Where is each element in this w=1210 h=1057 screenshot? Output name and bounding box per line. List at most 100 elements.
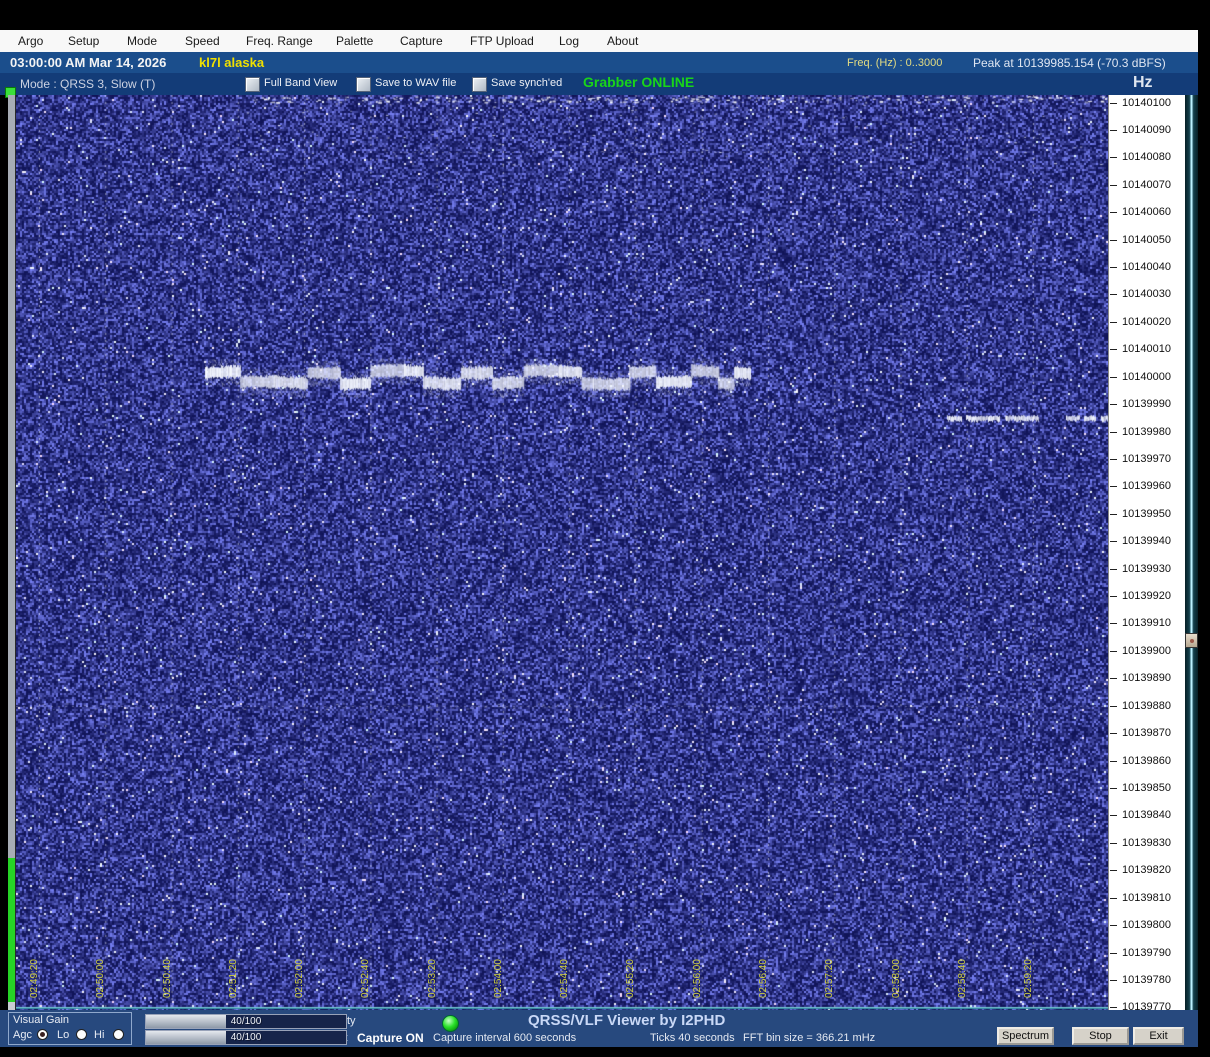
freq-tick-mark	[1110, 458, 1117, 460]
freq-axis-label: 10139930	[1122, 562, 1171, 575]
slider-contrast[interactable]: 40/100	[145, 1030, 347, 1045]
freq-tick-mark	[1110, 294, 1117, 296]
freq-tick-mark	[1110, 157, 1117, 159]
time-tick-label: 02:52:40	[360, 959, 372, 998]
checkbox-save-synch-ed[interactable]	[472, 77, 487, 92]
checkbox-label: Full Band View	[264, 77, 338, 89]
radio-hi[interactable]	[113, 1029, 124, 1040]
time-tick-label: 02:54:00	[492, 959, 504, 998]
time-tick-label: 02:50:40	[161, 959, 173, 998]
freq-tick-mark	[1110, 952, 1117, 954]
spectrogram-canvas	[16, 95, 1108, 1010]
radio-agc[interactable]	[37, 1029, 48, 1040]
time-tick-label: 02:53:20	[426, 959, 438, 998]
freq-axis-label: 10140040	[1122, 261, 1171, 274]
capture-progress-fill	[8, 858, 15, 1002]
visual-gain-option-label: Agc	[13, 1029, 32, 1041]
freq-tick-mark	[1110, 979, 1117, 981]
time-tick-label: 02:56:40	[757, 959, 769, 998]
menu-bar: Argo Setup Mode Speed Freq. Range Palette Capt…	[0, 30, 1198, 53]
visual-gain-option-label: Hi	[94, 1029, 105, 1041]
exit-button[interactable]: Exit	[1133, 1027, 1184, 1045]
freq-tick-mark	[1110, 184, 1117, 186]
menu-item-about[interactable]: About	[607, 30, 638, 52]
freq-tick-mark	[1110, 650, 1117, 652]
freq-axis-label: 10140000	[1122, 370, 1171, 383]
spectrum-button[interactable]: Spectrum	[997, 1027, 1054, 1045]
freq-axis-label: 10140010	[1122, 343, 1171, 356]
freq-axis-label: 10139960	[1122, 480, 1171, 493]
freq-axis-label: 10139920	[1122, 590, 1171, 603]
scrollbar-thumb[interactable]	[1185, 633, 1198, 648]
mode-bar: Mode : QRSS 3, Slow (T) Grabber ONLINE H…	[0, 73, 1198, 95]
freq-tick-mark	[1110, 678, 1117, 680]
time-tick-label: 02:59:20	[1023, 959, 1035, 998]
freq-axis-label: 10140070	[1122, 178, 1171, 191]
menu-item-speed[interactable]: Speed	[185, 30, 220, 52]
visual-gain-option-label: Lo	[57, 1029, 70, 1041]
freq-axis-label: 10139940	[1122, 535, 1171, 548]
freq-axis-label: 10139870	[1122, 727, 1171, 740]
freq-tick-mark	[1110, 486, 1117, 488]
frequency-scrollbar[interactable]	[1185, 95, 1198, 1010]
freq-axis-label: 10139880	[1122, 699, 1171, 712]
peak-readout: Peak at 10139985.154 (-70.3 dBFS)	[973, 56, 1166, 70]
capture-interval-info: Capture interval 600 seconds	[433, 1032, 577, 1044]
freq-axis-label: 10140060	[1122, 206, 1171, 219]
menu-item-log[interactable]: Log	[559, 30, 579, 52]
freq-axis-label: 10139800	[1122, 919, 1171, 932]
grabber-status: Grabber ONLINE	[583, 74, 695, 90]
freq-axis-label: 10139900	[1122, 644, 1171, 657]
freq-tick-mark	[1110, 1007, 1117, 1009]
slider-sensitivity[interactable]: 40/100	[145, 1014, 347, 1029]
freq-axis-label: 10139830	[1122, 836, 1171, 849]
menu-item-freq-range[interactable]: Freq. Range	[246, 30, 313, 52]
freq-axis-label: 10139860	[1122, 754, 1171, 767]
checkbox-full-band-view[interactable]	[245, 77, 260, 92]
freq-tick-mark	[1110, 267, 1117, 269]
freq-tick-mark	[1110, 733, 1117, 735]
freq-axis-label: 10139910	[1122, 617, 1171, 630]
freq-axis-label: 10140020	[1122, 315, 1171, 328]
freq-axis-label: 10139810	[1122, 891, 1171, 904]
time-tick-label: 02:49:20	[29, 959, 40, 998]
slider-value: 40/100	[230, 1032, 262, 1043]
freq-tick-mark	[1110, 102, 1117, 104]
time-tick-label: 02:57:20	[824, 959, 836, 998]
freq-tick-mark	[1110, 129, 1117, 131]
freq-tick-mark	[1110, 760, 1117, 762]
capture-led	[442, 1015, 459, 1032]
freq-tick-mark	[1110, 239, 1117, 241]
ticks-info: Ticks 40 seconds	[650, 1032, 735, 1044]
freq-axis-label: 10139970	[1122, 452, 1171, 465]
freq-tick-mark	[1110, 431, 1117, 433]
freq-tick-mark	[1110, 404, 1117, 406]
freq-tick-mark	[1110, 815, 1117, 817]
freq-axis-label: 10139840	[1122, 809, 1171, 822]
status-bar: Visual Gain AgcLoHi Sensitivity Contrast…	[0, 1010, 1198, 1047]
menu-item-ftp-upload[interactable]: FTP Upload	[470, 30, 534, 52]
info-bar: 03:00:00 AM Mar 14, 2026 kl7l alaska Fre…	[0, 52, 1198, 73]
time-tick-label: 02:50:00	[95, 959, 107, 998]
radio-lo[interactable]	[76, 1029, 87, 1040]
menu-item-palette[interactable]: Palette	[336, 30, 373, 52]
time-tick-label: 02:51:20	[227, 959, 239, 998]
time-tick-label: 02:52:00	[294, 959, 306, 998]
freq-axis-label: 10139790	[1122, 946, 1171, 959]
time-tick-label: 02:58:00	[890, 959, 902, 998]
menu-item-mode[interactable]: Mode	[127, 30, 157, 52]
fft-bin-info: FFT bin size = 366.21 mHz	[743, 1032, 876, 1044]
stop-button[interactable]: Stop	[1072, 1027, 1129, 1045]
freq-tick-mark	[1110, 897, 1117, 899]
checkbox-save-to-wav-file[interactable]	[356, 77, 371, 92]
freq-axis-label: 10139820	[1122, 864, 1171, 877]
menu-item-capture[interactable]: Capture	[400, 30, 443, 52]
freq-tick-mark	[1110, 623, 1117, 625]
mode-readout: Mode : QRSS 3, Slow (T)	[20, 77, 156, 91]
capture-progress-bar	[8, 95, 16, 1010]
freq-tick-mark	[1110, 349, 1117, 351]
menu-item-setup[interactable]: Setup	[68, 30, 99, 52]
menu-item-argo[interactable]: Argo	[18, 30, 43, 52]
spectrogram-waterfall: 02:49:20 02:50:00 02:50:40 02:51:20 02:52:00…	[16, 95, 1108, 1010]
freq-tick-mark	[1110, 705, 1117, 707]
